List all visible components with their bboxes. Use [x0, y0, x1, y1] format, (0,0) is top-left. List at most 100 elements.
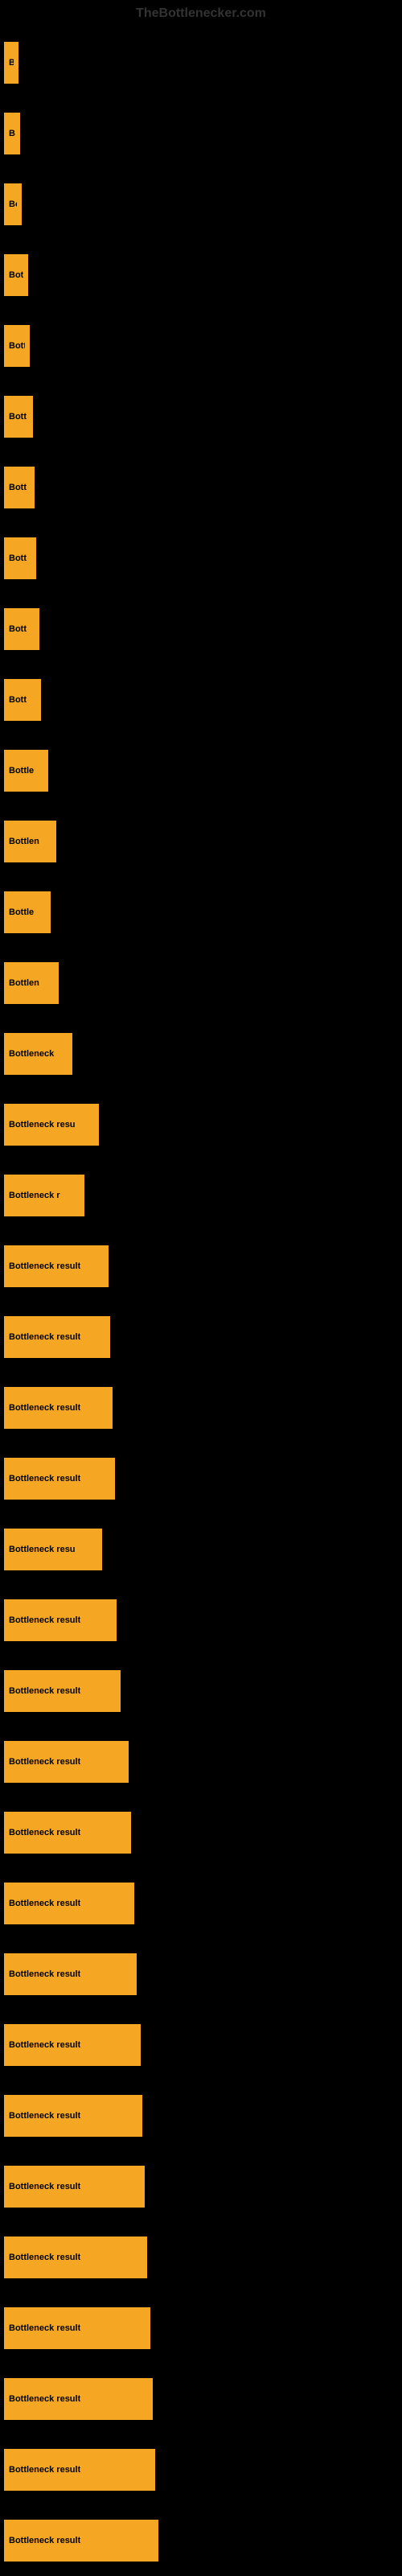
bar-item[interactable]: Bottleneck result — [4, 1245, 109, 1287]
bar-item[interactable]: Bott — [4, 254, 28, 296]
bar-label: Bottleneck — [9, 1049, 54, 1059]
bar-row: Bottleneck result — [0, 1726, 402, 1797]
bar-item[interactable]: Bottleneck resu — [4, 1104, 99, 1146]
bar-item[interactable]: Bo — [4, 183, 22, 225]
bar-label: Bottleneck result — [9, 1474, 80, 1483]
bar-row: Bo — [0, 27, 402, 98]
bar-item[interactable]: Bott — [4, 396, 33, 438]
bar-row: Bottleneck result — [0, 1372, 402, 1443]
bar-item[interactable]: Bott — [4, 467, 35, 508]
bar-label: Bottleneck result — [9, 1332, 80, 1342]
bar-row: Bottleneck result — [0, 1656, 402, 1726]
bar-label: Bottleneck result — [9, 2323, 80, 2333]
bar-row: Bottlen — [0, 948, 402, 1018]
bar-row: Bottleneck result — [0, 2222, 402, 2293]
bar-item[interactable]: Bottleneck result — [4, 2166, 145, 2208]
bar-item[interactable]: Bottleneck result — [4, 1599, 117, 1641]
bar-row: Bottleneck result — [0, 2080, 402, 2151]
bar-row: Bottleneck — [0, 1018, 402, 1089]
bar-label: Bottleneck result — [9, 2465, 80, 2475]
bar-label: Bo — [9, 200, 17, 209]
bar-item[interactable]: Bottleneck result — [4, 1670, 121, 1712]
bar-row: Bottleneck result — [0, 2293, 402, 2364]
bar-row: Bottleneck result — [0, 1939, 402, 2010]
bar-label: Bottleneck result — [9, 1969, 80, 1979]
bar-item[interactable]: Bottleneck result — [4, 2520, 158, 2562]
bar-label: Bott — [9, 412, 27, 422]
bar-row: Bottleneck result — [0, 2364, 402, 2434]
bar-item[interactable]: Bottleneck result — [4, 2095, 142, 2137]
bar-row: Bottleneck result — [0, 1585, 402, 1656]
bar-label: Bottleneck result — [9, 2536, 80, 2545]
bar-item[interactable]: Bottle — [4, 891, 51, 933]
bar-label: Bott — [9, 695, 27, 705]
bar-item[interactable]: Bottleneck result — [4, 1953, 137, 1995]
bar-label: Bott — [9, 624, 27, 634]
bar-label: Bottleneck result — [9, 1757, 80, 1767]
bar-label: Bottleneck r — [9, 1191, 60, 1200]
bar-row: Bottleneck result — [0, 1231, 402, 1302]
bar-item[interactable]: Bottlen — [4, 962, 59, 1004]
bar-label: Bottleneck resu — [9, 1120, 76, 1130]
bar-item[interactable]: Bottleneck result — [4, 1741, 129, 1783]
bar-label: Bottle — [9, 907, 34, 917]
bar-row: Bottlen — [0, 806, 402, 877]
bar-row: Bott — [0, 523, 402, 594]
bar-item[interactable]: Bo — [4, 42, 18, 84]
bar-item[interactable]: Bottleneck resu — [4, 1529, 102, 1570]
bar-item[interactable]: Bottlen — [4, 821, 56, 862]
bar-item[interactable]: Bottleneck result — [4, 2378, 153, 2420]
bar-item[interactable]: Bottleneck — [4, 1033, 72, 1075]
bars-container: Bo Bo Bo Bott Bott Bott Bott Bott Bott Bott Bottle… — [0, 27, 402, 2576]
site-title: TheBottlenecker.com — [0, 0, 402, 27]
bar-row: Bott — [0, 665, 402, 735]
bar-item[interactable]: Bottleneck result — [4, 1812, 131, 1854]
bar-item[interactable]: Bottleneck result — [4, 1883, 134, 1924]
bar-item[interactable]: Bottleneck result — [4, 2237, 147, 2278]
bar-item[interactable]: Bott — [4, 325, 30, 367]
bar-label: Bottleneck result — [9, 1403, 80, 1413]
bar-row: Bottleneck result — [0, 2151, 402, 2222]
bar-row: Bott — [0, 240, 402, 311]
bar-row: Bottleneck resu — [0, 1514, 402, 1585]
bar-label: Bottleneck result — [9, 1686, 80, 1696]
bar-row: Bott — [0, 594, 402, 665]
bar-row: Bott — [0, 381, 402, 452]
bar-label: Bott — [9, 341, 25, 351]
bar-row: Bottleneck result — [0, 2505, 402, 2576]
bar-item[interactable]: Bottleneck result — [4, 2024, 141, 2066]
bar-label: Bottleneck resu — [9, 1545, 76, 1554]
bar-item[interactable]: Bottleneck result — [4, 2307, 150, 2349]
bar-label: Bottleneck result — [9, 2253, 80, 2262]
bar-item[interactable]: Bott — [4, 608, 39, 650]
bar-label: Bottleneck result — [9, 1899, 80, 1908]
bar-row: Bottleneck result — [0, 1868, 402, 1939]
bar-label: Bottleneck result — [9, 1261, 80, 1271]
bar-row: Bo — [0, 169, 402, 240]
bar-row: Bott — [0, 311, 402, 381]
bar-item[interactable]: Bottleneck result — [4, 1387, 113, 1429]
bar-item[interactable]: Bott — [4, 679, 41, 721]
bar-label: Bott — [9, 553, 27, 563]
bar-item[interactable]: Bott — [4, 537, 36, 579]
bar-label: Bottleneck result — [9, 1828, 80, 1837]
bar-row: Bott — [0, 452, 402, 523]
bar-row: Bottleneck result — [0, 1797, 402, 1868]
bar-item[interactable]: Bottleneck r — [4, 1175, 84, 1216]
bar-label: Bo — [9, 58, 14, 68]
bar-item[interactable]: Bottleneck result — [4, 1316, 110, 1358]
bar-label: Bottlen — [9, 837, 39, 846]
bar-label: Bo — [9, 129, 15, 138]
bar-row: Bottleneck r — [0, 1160, 402, 1231]
bar-row: Bottleneck result — [0, 1302, 402, 1372]
bar-row: Bottleneck result — [0, 2434, 402, 2505]
bar-label: Bottlen — [9, 978, 39, 988]
bar-item[interactable]: Bottleneck result — [4, 2449, 155, 2491]
bar-item[interactable]: Bottle — [4, 750, 48, 792]
bar-label: Bottle — [9, 766, 34, 776]
bar-row: Bottleneck result — [0, 2010, 402, 2080]
bar-row: Bottle — [0, 877, 402, 948]
bar-label: Bottleneck result — [9, 2040, 80, 2050]
bar-item[interactable]: Bottleneck result — [4, 1458, 115, 1500]
bar-item[interactable]: Bo — [4, 113, 20, 154]
